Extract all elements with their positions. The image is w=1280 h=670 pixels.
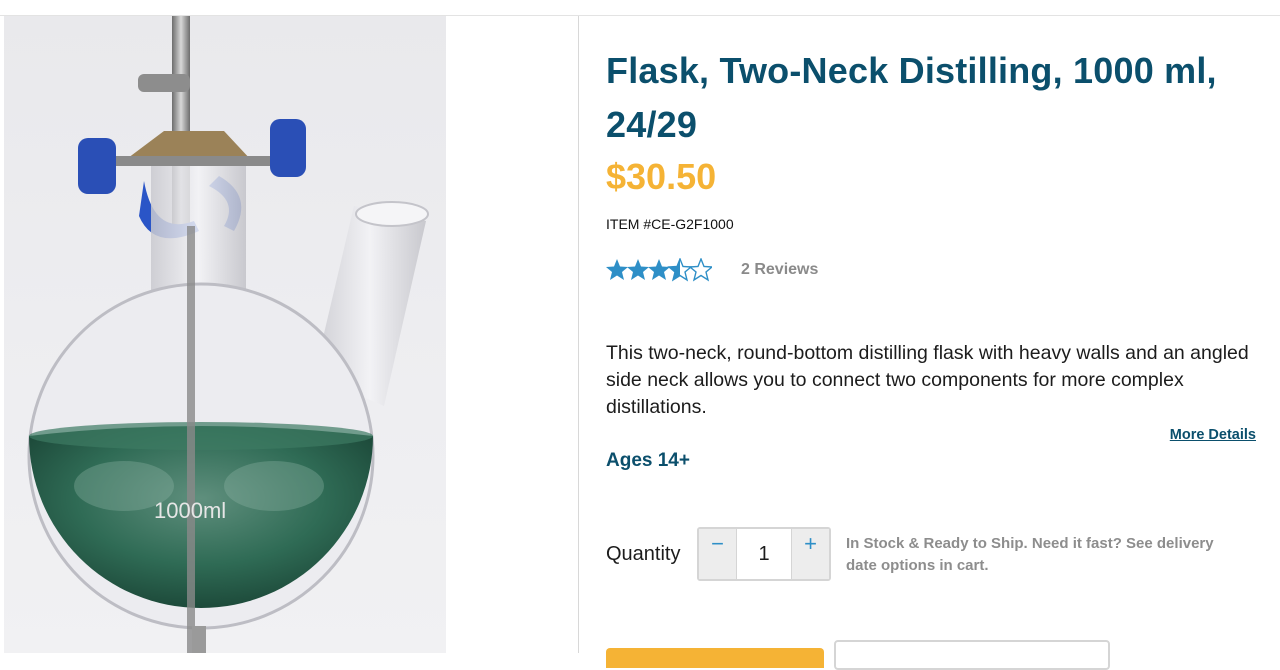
star-full-icon [648,259,670,280]
age-recommendation: Ages 14+ [606,450,690,471]
rating-stars-graphic [606,258,712,282]
product-image[interactable]: 1000ml [4,16,446,653]
top-header-border [0,0,1280,16]
more-details-link[interactable]: More Details [1170,427,1256,443]
decrement-button[interactable]: − [699,529,736,579]
star-full-icon [606,259,628,280]
secondary-action-button[interactable] [834,640,1110,670]
quantity-input[interactable] [736,529,792,579]
flask-volume-marking: 1000ml [154,498,226,523]
increment-button[interactable]: + [792,529,829,579]
add-to-cart-button[interactable] [606,648,824,668]
section-divider [578,16,579,653]
star-empty-icon [688,258,712,282]
star-half-icon [667,258,693,282]
product-title: Flask, Two-Neck Distilling, 1000 ml, 24/… [606,50,1217,145]
flask-illustration: 1000ml [27,16,429,653]
star-full-icon [627,259,649,280]
item-number: ITEM #CE-G2F1000 [606,216,734,232]
reviews-link[interactable]: 2 Reviews [741,261,818,279]
rating-stars[interactable] [606,258,712,282]
product-description: This two-neck, round-bottom distilling f… [606,342,1249,418]
product-price: $30.50 [606,156,717,197]
quantity-stepper: − + [697,527,831,581]
quantity-label: Quantity [606,543,681,565]
product-gallery: 1000ml [0,16,560,653]
stock-message: In Stock & Ready to Ship. Need it fast? … [846,535,1214,574]
